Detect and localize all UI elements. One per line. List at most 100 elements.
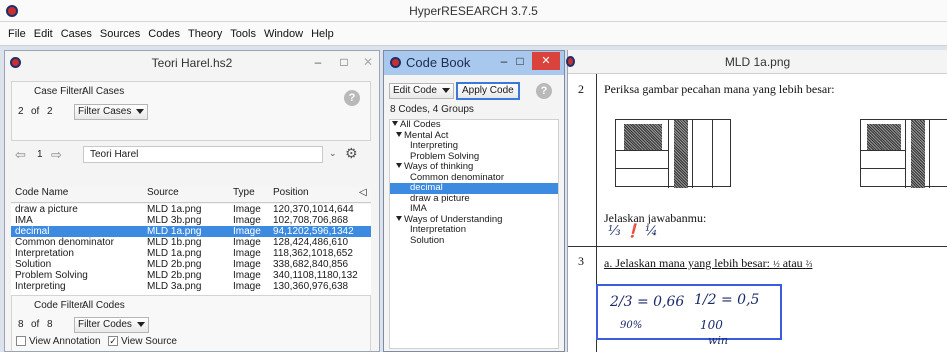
case-of-label: of — [31, 106, 40, 117]
view-annotation-checkbox[interactable] — [16, 336, 26, 347]
app-title: HyperRESEARCH 3.7.5 — [409, 4, 538, 18]
tree-label: Mental Act — [404, 129, 449, 141]
menu-tools[interactable]: Tools — [226, 22, 260, 46]
tree-label: Problem Solving — [410, 150, 480, 162]
question-number: 3 — [578, 254, 584, 268]
menu-cases[interactable]: Cases — [57, 22, 96, 46]
source-viewer-titlebar: MLD 1a.png — [566, 50, 947, 74]
minimize-button[interactable]: – — [496, 51, 512, 71]
maximize-button[interactable]: □ — [331, 51, 357, 73]
gear-icon[interactable]: ⚙ — [345, 145, 358, 162]
view-source-label: View Source — [121, 336, 177, 347]
tree-label: Common denominator — [410, 171, 504, 183]
cell-type: Image — [233, 226, 261, 237]
chevron-down-icon — [441, 87, 450, 93]
tree-code-solution[interactable]: Solution — [390, 235, 558, 247]
study-window: Teori Harel.hs2 – □ ✕ Case Filter: All C… — [4, 50, 380, 352]
chevron-down-icon[interactable]: ⌄ — [329, 148, 337, 159]
column-code-name[interactable]: Code Name — [15, 187, 143, 198]
table-row[interactable]: Solution MLD 2b.png Image 338,682,840,85… — [11, 259, 371, 270]
menu-window[interactable]: Window — [260, 22, 307, 46]
expand-triangle-icon[interactable] — [396, 163, 402, 168]
filter-cases-button[interactable]: Filter Cases — [74, 104, 149, 120]
tree-label: Ways of thinking — [404, 161, 474, 172]
handwritten-percent: 90% — [620, 320, 643, 331]
column-type[interactable]: Type — [233, 187, 271, 198]
cell-code-name: Common denominator — [15, 237, 114, 248]
tree-label: draw a picture — [410, 192, 470, 204]
apply-code-button[interactable]: Apply Code — [456, 82, 520, 100]
table-row[interactable]: Interpreting MLD 3a.png Image 130,360,97… — [11, 281, 371, 292]
maximize-button[interactable]: □ — [512, 51, 528, 71]
menu-theory[interactable]: Theory — [184, 22, 226, 46]
minimize-button[interactable]: – — [305, 51, 331, 73]
menu-bar: File Edit Cases Sources Codes Theory Tools Wind… — [0, 22, 947, 46]
code-book-title: Code Book — [406, 55, 471, 70]
previous-case-icon[interactable]: ⇦ — [15, 147, 26, 163]
cell-type: Image — [233, 259, 261, 270]
menu-file[interactable]: File — [4, 22, 30, 46]
table-row[interactable]: Common denominator MLD 1b.png Image 128,… — [11, 237, 371, 248]
table-row-selected[interactable]: decimal MLD 1a.png Image 94,1202,596,134… — [11, 226, 371, 237]
cell-code-name: decimal — [15, 226, 50, 237]
cell-code-name: Interpreting — [15, 281, 66, 292]
cell-code-name: Interpretation — [15, 248, 74, 259]
menu-edit[interactable]: Edit — [30, 22, 57, 46]
hyperresearch-logo-icon — [566, 56, 575, 67]
cell-source: MLD 1a.png — [147, 248, 202, 259]
handwritten-hundred: 100 — [700, 318, 723, 332]
column-position[interactable]: Position — [273, 187, 371, 198]
collapse-icon[interactable]: ◁ — [359, 187, 367, 198]
close-button[interactable]: ✕ — [355, 51, 381, 73]
cell-code-name: Problem Solving — [15, 270, 88, 281]
cell-type: Image — [233, 248, 261, 259]
case-filter-panel: Case Filter: All Cases 2 of 2 Filter Cas… — [11, 81, 371, 141]
code-book-titlebar: Code Book – □ ✕ — [384, 51, 564, 75]
help-icon[interactable]: ? — [344, 90, 360, 106]
tree-label: decimal — [410, 182, 443, 193]
cell-position: 340,1108,1180,132 — [273, 270, 358, 281]
menu-help[interactable]: Help — [307, 22, 338, 46]
cell-source: MLD 2b.png — [147, 259, 202, 270]
cell-code-name: draw a picture — [15, 204, 78, 215]
tree-label: IMA — [410, 203, 427, 214]
question-number: 2 — [578, 82, 584, 96]
app-titlebar: HyperRESEARCH 3.7.5 — [0, 0, 947, 22]
filter-codes-button[interactable]: Filter Codes — [74, 317, 149, 333]
cell-type: Image — [233, 215, 261, 226]
cell-position: 120,370,1014,644 — [273, 204, 354, 215]
view-source-checkbox[interactable]: ✓ — [108, 336, 118, 347]
case-filter-value: All Cases — [82, 86, 125, 97]
code-total: 8 — [47, 319, 53, 330]
expand-triangle-icon[interactable] — [392, 121, 398, 126]
code-reference-table: draw a picture MLD 1a.png Image 120,370,… — [11, 204, 371, 304]
help-icon[interactable]: ? — [536, 83, 552, 99]
close-button[interactable]: ✕ — [532, 52, 560, 70]
source-viewer-title: MLD 1a.png — [724, 55, 791, 69]
case-navigator: ⇦ 1 ⇨ Teori Harel ⌄ ⚙ — [11, 145, 371, 165]
next-case-icon[interactable]: ⇨ — [51, 147, 62, 163]
table-row[interactable]: IMA MLD 3b.png Image 102,708,706,868 — [11, 215, 371, 226]
view-annotation-toggle[interactable]: View Annotation — [16, 336, 101, 347]
column-source[interactable]: Source — [147, 187, 229, 198]
question-text: a. Jelaskan mana yang lebih besar: ½ ata… — [604, 256, 813, 270]
menu-sources[interactable]: Sources — [96, 22, 144, 46]
case-name-field[interactable]: Teori Harel — [83, 146, 323, 163]
table-row[interactable]: draw a picture MLD 1a.png Image 120,370,… — [11, 204, 371, 215]
table-row[interactable]: Interpretation MLD 1a.png Image 118,362,… — [11, 248, 371, 259]
expand-triangle-icon[interactable] — [396, 215, 402, 221]
tree-label: All Codes — [400, 119, 441, 130]
fraction-picture-right — [860, 119, 947, 188]
handwritten-decimal-left: 2/3 = 0,66 — [610, 294, 685, 310]
edit-code-label: Edit Code — [393, 85, 437, 96]
view-source-toggle[interactable]: ✓ View Source — [108, 336, 177, 347]
menu-codes[interactable]: Codes — [144, 22, 184, 46]
case-filter-label: Case Filter: — [34, 86, 86, 97]
cell-position: 338,682,840,856 — [273, 259, 349, 270]
question-text-main: a. Jelaskan mana yang lebih besar: — [604, 256, 770, 270]
edit-code-button[interactable]: Edit Code — [389, 83, 454, 99]
expand-triangle-icon[interactable] — [396, 131, 402, 137]
cell-type: Image — [233, 237, 261, 248]
scanned-worksheet-image[interactable]: 2 Periksa gambar pecahan mana yang lebih… — [568, 74, 947, 352]
table-row[interactable]: Problem Solving MLD 2b.png Image 340,110… — [11, 270, 371, 281]
